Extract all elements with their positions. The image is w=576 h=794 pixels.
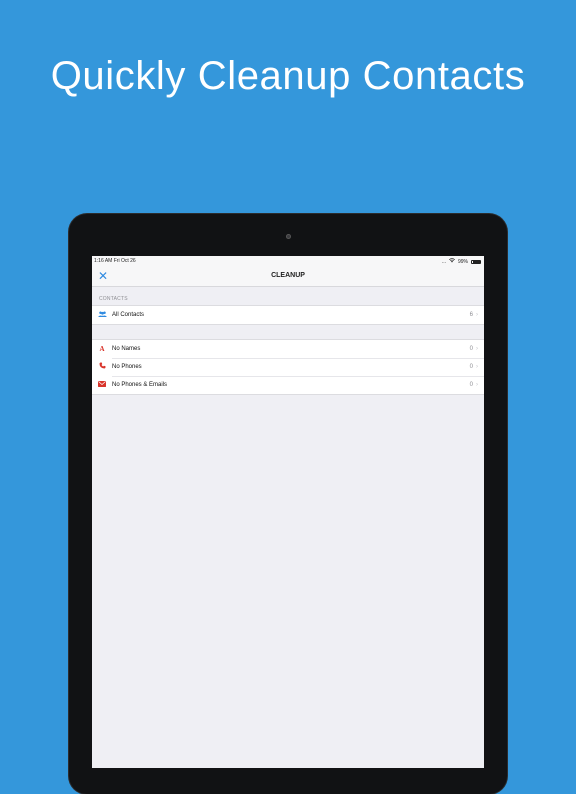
chevron-right-icon: › [476,382,478,388]
phone-icon [92,362,112,372]
status-bar: 1:16 AM Fri Oct 26 ... 99% [92,256,484,266]
list-item-label: No Phones & Emails [112,382,168,388]
list-item-label: No Names [112,346,141,352]
navigation-bar: ✕ CLEANUP [92,266,484,287]
list-item-all-contacts[interactable]: All Contacts 6 › [92,306,484,324]
section-header-contacts: CONTACTS [92,287,484,305]
list-item-no-names[interactable]: A No Names 0 › [92,340,484,358]
letter-a-icon: A [99,345,105,353]
list-item-count: 0 [469,364,473,370]
chevron-right-icon: › [476,346,478,352]
list-item-no-phones-emails[interactable]: No Phones & Emails 0 › [92,376,484,394]
contacts-group: All Contacts 6 › [92,305,484,325]
list-item-count: 6 [469,312,473,318]
chevron-right-icon: › [476,364,478,370]
chevron-right-icon: › [476,312,478,318]
page-title: CLEANUP [271,272,305,279]
mail-icon [92,380,112,390]
front-camera [286,234,291,239]
list-item-count: 0 [469,346,473,352]
contacts-group-icon [92,311,112,320]
section-header-label: CONTACTS [99,296,128,302]
marketing-headline: Quickly Cleanup Contacts [50,54,526,98]
status-right: ... 99% [442,258,481,265]
wifi-icon [448,258,455,265]
battery-percent: 99% [457,258,468,265]
list-item-label: No Phones [112,364,142,370]
list-item-label: All Contacts [112,312,145,318]
list-item-no-phones[interactable]: No Phones 0 › [92,358,484,376]
signal-indicator: ... [441,258,446,265]
status-time: 1:16 AM Fri Oct 26 [94,258,136,264]
list-item-count: 0 [469,382,473,388]
battery-icon [471,259,481,264]
cleanup-group: A No Names 0 › No Phones 0 › No Phones &… [92,339,484,395]
app-screen: 1:16 AM Fri Oct 26 ... 99% ✕ CLEANUP CON… [92,256,484,768]
